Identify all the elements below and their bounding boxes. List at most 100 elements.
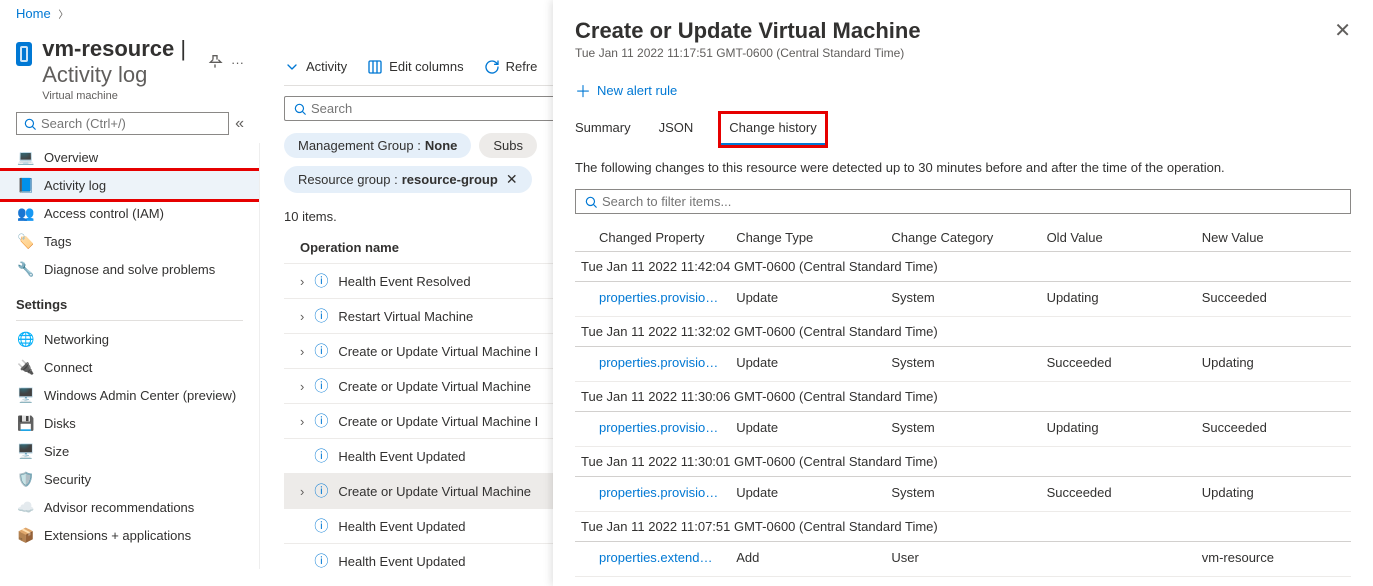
filter-subscription[interactable]: Subs: [479, 133, 537, 158]
change-filter-input[interactable]: [602, 194, 1342, 209]
new-value: Updating: [1196, 347, 1351, 382]
sidebar-item-label: Size: [44, 444, 69, 459]
changed-property-link[interactable]: properties.extended…: [599, 550, 719, 565]
tab-summary[interactable]: Summary: [575, 114, 631, 145]
sidebar-item-security[interactable]: 🛡️Security: [0, 465, 259, 493]
changed-property-link[interactable]: properties.provision…: [599, 290, 719, 305]
change-row[interactable]: properties.provision…UpdateSystemUpdatin…: [575, 412, 1351, 447]
chevron-down-icon: [284, 59, 300, 75]
new-alert-rule-button[interactable]: ＋ New alert rule: [575, 78, 1351, 102]
sidebar-item-tags[interactable]: 🏷️Tags: [0, 227, 259, 255]
col-changed-property: Changed Property: [575, 222, 730, 252]
more-icon[interactable]: ···: [231, 55, 244, 70]
nav-icon: ☁️: [18, 499, 34, 515]
sidebar-item-diagnose-and-solve-problems[interactable]: 🔧 Diagnose and solve problems: [0, 255, 259, 283]
resource-header: vm-resource | Activity log ··· Virtual m…: [0, 30, 260, 112]
sidebar-item-label: Access control (IAM): [44, 206, 164, 221]
sidebar-item-label: Networking: [44, 332, 109, 347]
operation-name: Health Event Updated: [338, 449, 465, 464]
operation-name: Health Event Resolved: [338, 274, 470, 289]
nav-icon: 💾: [18, 415, 34, 431]
nav-icon: 👥: [18, 205, 34, 221]
change-row[interactable]: properties.extended…AddUservm-resource: [575, 542, 1351, 577]
search-icon: [293, 102, 307, 116]
sidebar-search-input[interactable]: [37, 116, 222, 131]
change-row[interactable]: properties.provision…UpdateSystemSucceed…: [575, 347, 1351, 382]
chevron-right-icon: ›: [300, 309, 304, 324]
blade-tabs: Summary JSON Change history: [575, 114, 1351, 146]
nav-icon: 💻: [18, 149, 34, 165]
change-category: System: [885, 412, 1040, 447]
remove-filter-icon[interactable]: ✕: [506, 171, 518, 188]
info-icon: ⓘ: [314, 411, 328, 431]
sidebar-item-networking[interactable]: 🌐 Networking: [0, 325, 259, 353]
change-filter-search[interactable]: [575, 189, 1351, 214]
sidebar-item-access-control-iam-[interactable]: 👥 Access control (IAM): [0, 199, 259, 227]
chevron-right-icon: ›: [300, 414, 304, 429]
sidebar-item-connect[interactable]: 🔌Connect: [0, 353, 259, 381]
sidebar-item-label: Tags: [44, 234, 71, 249]
plus-icon: ＋: [575, 78, 591, 102]
change-row[interactable]: properties.provision…UpdateSystemSucceed…: [575, 477, 1351, 512]
close-blade-button[interactable]: ✕: [1334, 18, 1351, 43]
sidebar-item-windows-admin-center-preview-[interactable]: 🖥️Windows Admin Center (preview): [0, 381, 259, 409]
chevron-right-icon: 〉: [58, 10, 68, 21]
activity-button[interactable]: Activity: [284, 59, 347, 75]
changed-property-link[interactable]: properties.provision…: [599, 355, 719, 370]
chevron-right-icon: ›: [300, 484, 304, 499]
sidebar-item-extensions-applications[interactable]: 📦Extensions + applications: [0, 521, 259, 549]
change-category: System: [885, 347, 1040, 382]
chevron-right-icon: ›: [300, 274, 304, 289]
collapse-sidebar-icon[interactable]: «: [235, 115, 244, 133]
sidebar-item-disks[interactable]: 💾 Disks: [0, 409, 259, 437]
sidebar-search[interactable]: [16, 112, 229, 135]
nav-icon: 🔌: [18, 359, 34, 375]
info-icon: ⓘ: [314, 306, 328, 326]
changed-property-link[interactable]: properties.provision…: [599, 485, 719, 500]
nav-icon: 🛡️: [18, 471, 34, 487]
edit-columns-button[interactable]: Edit columns: [367, 59, 463, 75]
tab-change-history[interactable]: Change history: [721, 114, 824, 145]
col-change-type: Change Type: [730, 222, 885, 252]
operation-name: Health Event Updated: [338, 554, 465, 569]
sidebar-item-label: Overview: [44, 150, 98, 165]
old-value: [1041, 542, 1196, 577]
change-row[interactable]: properties.provision…UpdateSystemUpdatin…: [575, 282, 1351, 317]
filter-management-group[interactable]: Management Group : None: [284, 133, 471, 158]
left-panel: vm-resource | Activity log ··· Virtual m…: [0, 30, 260, 586]
info-icon: ⓘ: [314, 341, 328, 361]
info-icon: ⓘ: [314, 376, 328, 396]
operation-name: Create or Update Virtual Machine: [338, 484, 531, 499]
nav-icon: 🔧: [18, 261, 34, 277]
refresh-button[interactable]: Refre: [484, 59, 538, 75]
nav-icon: 🌐: [18, 331, 34, 347]
columns-icon: [367, 59, 383, 75]
resource-title: vm-resource | Activity log: [42, 36, 199, 88]
pin-icon[interactable]: [207, 53, 223, 72]
old-value: Updating: [1041, 282, 1196, 317]
change-group-time: Tue Jan 11 2022 11:32:02 GMT-0600 (Centr…: [575, 317, 1351, 347]
sidebar-item-overview[interactable]: 💻 Overview: [0, 143, 259, 171]
filter-resource-group[interactable]: Resource group : resource-group✕: [284, 166, 532, 193]
change-description: The following changes to this resource w…: [575, 160, 1351, 175]
changed-property-link[interactable]: properties.provision…: [599, 420, 719, 435]
col-old-value: Old Value: [1041, 222, 1196, 252]
sidebar-item-label: Windows Admin Center (preview): [44, 388, 236, 403]
new-value: Succeeded: [1196, 282, 1351, 317]
breadcrumb-home[interactable]: Home: [16, 6, 51, 21]
sidebar-item-activity-log[interactable]: 📘Activity log: [0, 171, 259, 199]
refresh-icon: [484, 59, 500, 75]
sidebar-item-advisor-recommendations[interactable]: ☁️Advisor recommendations: [0, 493, 259, 521]
tab-json[interactable]: JSON: [659, 114, 694, 145]
change-type: Add: [730, 542, 885, 577]
old-value: Updating: [1041, 412, 1196, 447]
chevron-right-icon: ›: [300, 379, 304, 394]
operation-name: Create or Update Virtual Machine: [338, 379, 531, 394]
new-value: vm-resource: [1196, 542, 1351, 577]
sidebar-item-size[interactable]: 🖥️ Size: [0, 437, 259, 465]
sidebar-item-label: Diagnose and solve problems: [44, 262, 215, 277]
change-table: Changed Property Change Type Change Cate…: [575, 222, 1351, 577]
info-icon: ⓘ: [314, 516, 328, 536]
sidebar-item-label: Disks: [44, 416, 76, 431]
nav-icon: 🖥️: [18, 443, 34, 459]
